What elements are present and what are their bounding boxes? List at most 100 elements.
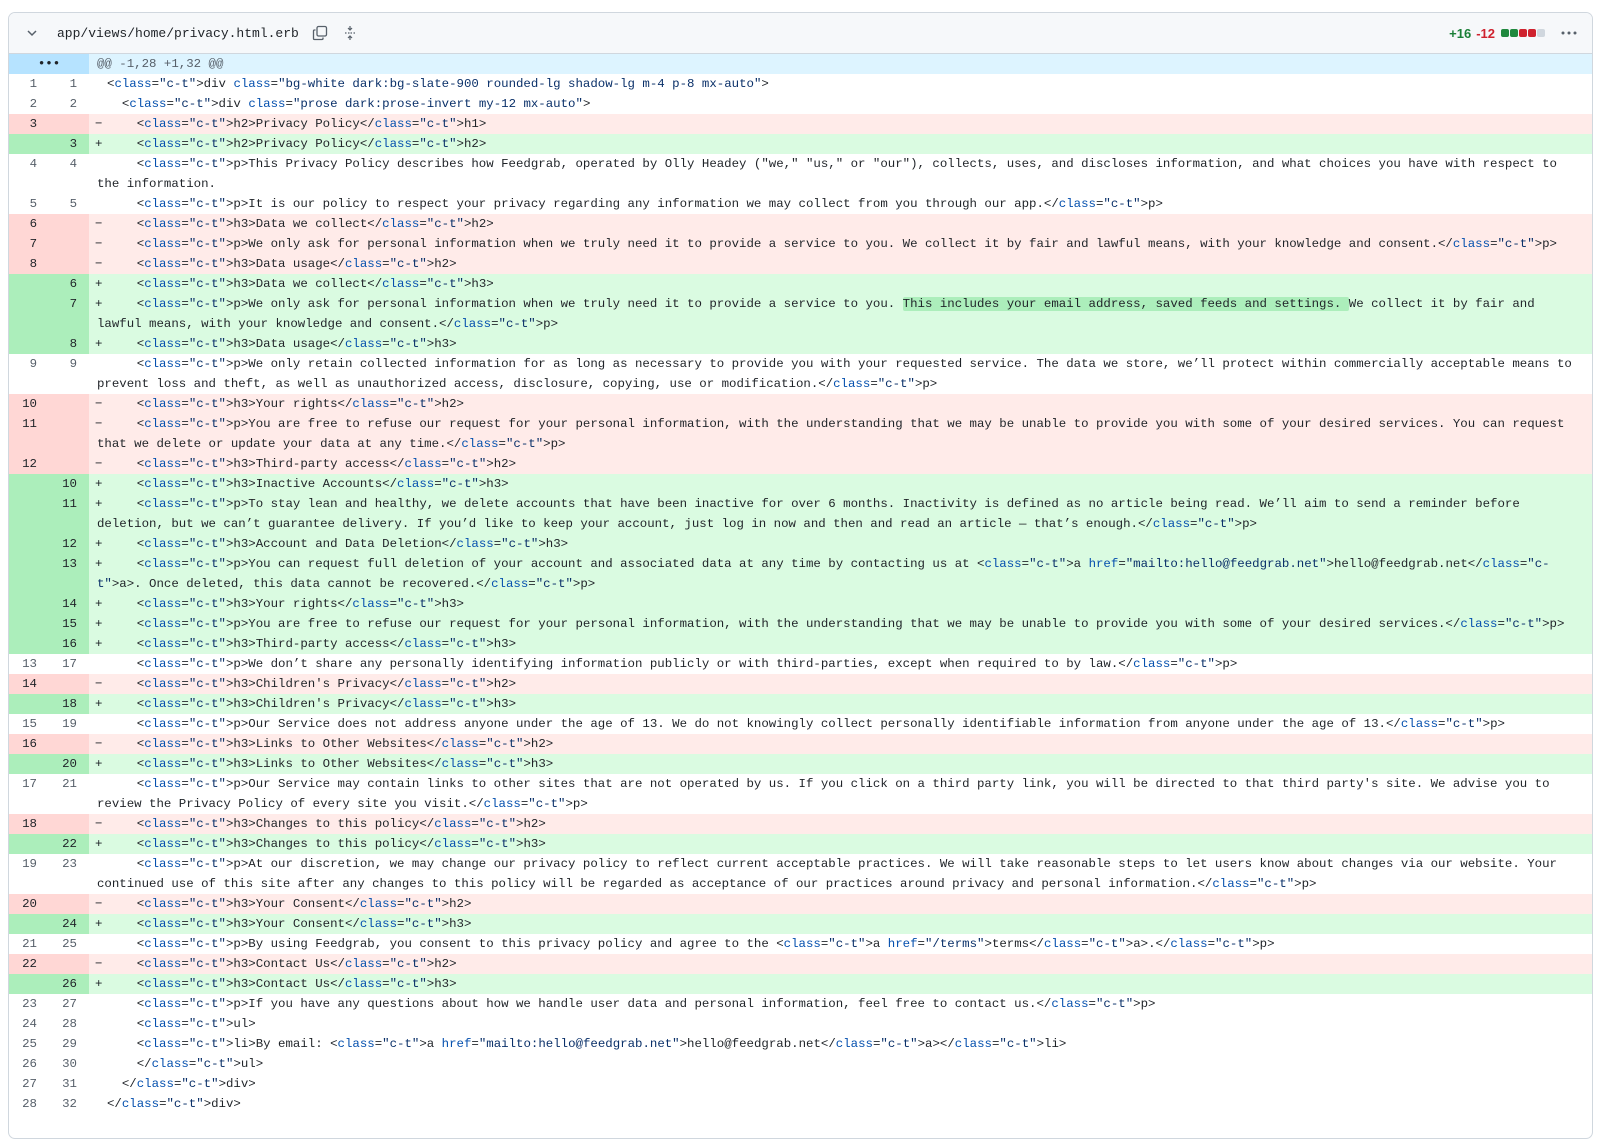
new-line-number[interactable]: 23 — [49, 854, 89, 894]
old-line-number[interactable] — [9, 494, 49, 534]
old-line-number[interactable] — [9, 694, 49, 714]
kebab-horizontal-icon[interactable] — [1558, 23, 1580, 43]
new-line-number[interactable]: 14 — [49, 594, 89, 614]
old-line-number[interactable] — [9, 914, 49, 934]
old-line-number[interactable] — [9, 834, 49, 854]
new-line-number[interactable] — [49, 734, 89, 754]
new-line-number[interactable]: 9 — [49, 354, 89, 394]
new-line-number[interactable]: 27 — [49, 994, 89, 1014]
old-line-number[interactable]: 14 — [9, 674, 49, 694]
new-line-number[interactable]: 11 — [49, 494, 89, 534]
old-line-number[interactable]: 12 — [9, 454, 49, 474]
old-line-number[interactable]: 7 — [9, 234, 49, 254]
new-line-number[interactable]: 13 — [49, 554, 89, 594]
new-line-number[interactable] — [49, 894, 89, 914]
old-line-number[interactable]: 20 — [9, 894, 49, 914]
old-line-number[interactable]: 19 — [9, 854, 49, 894]
new-line-number[interactable]: 22 — [49, 834, 89, 854]
old-line-number[interactable]: 8 — [9, 254, 49, 274]
new-line-number[interactable] — [49, 814, 89, 834]
line-code: + <class="c-t">h3>Your rights</class="c-… — [89, 594, 1592, 614]
chevron-down-icon[interactable] — [25, 26, 39, 40]
new-line-number[interactable]: 3 — [49, 134, 89, 154]
new-line-number[interactable]: 15 — [49, 614, 89, 634]
old-line-number[interactable]: 23 — [9, 994, 49, 1014]
new-line-number[interactable] — [49, 254, 89, 274]
old-line-number[interactable]: 18 — [9, 814, 49, 834]
copy-icon[interactable] — [311, 24, 329, 42]
old-line-number[interactable] — [9, 294, 49, 334]
old-line-number[interactable] — [9, 634, 49, 654]
new-line-number[interactable]: 25 — [49, 934, 89, 954]
diff-line: 13 17 <class="c-t">p>We don’t share any p… — [9, 654, 1592, 674]
old-line-number[interactable]: 6 — [9, 214, 49, 234]
new-line-number[interactable]: 7 — [49, 294, 89, 334]
file-path[interactable]: app/views/home/privacy.html.erb — [57, 26, 299, 41]
new-line-number[interactable]: 8 — [49, 334, 89, 354]
old-line-number[interactable]: 4 — [9, 154, 49, 194]
new-line-number[interactable]: 12 — [49, 534, 89, 554]
new-line-number[interactable]: 32 — [49, 1094, 89, 1114]
old-line-number[interactable]: 3 — [9, 114, 49, 134]
old-line-number[interactable]: 2 — [9, 94, 49, 114]
new-line-number[interactable]: 19 — [49, 714, 89, 734]
old-line-number[interactable]: 24 — [9, 1014, 49, 1034]
new-line-number[interactable]: 20 — [49, 754, 89, 774]
new-line-number[interactable] — [49, 954, 89, 974]
old-line-number[interactable]: 25 — [9, 1034, 49, 1054]
new-line-number[interactable]: 24 — [49, 914, 89, 934]
new-line-number[interactable]: 10 — [49, 474, 89, 494]
old-line-number[interactable]: 26 — [9, 1054, 49, 1074]
old-line-number[interactable] — [9, 554, 49, 594]
new-line-number[interactable] — [49, 234, 89, 254]
new-line-number[interactable]: 5 — [49, 194, 89, 214]
old-line-number[interactable]: 28 — [9, 1094, 49, 1114]
new-line-number[interactable] — [49, 674, 89, 694]
new-line-number[interactable]: 31 — [49, 1074, 89, 1094]
unfold-icon[interactable] — [341, 24, 359, 42]
diff-line: 14 + <class="c-t">h3>Your rights</class="… — [9, 594, 1592, 614]
new-line-number[interactable] — [49, 214, 89, 234]
new-line-number[interactable]: 2 — [49, 94, 89, 114]
old-line-number[interactable]: 11 — [9, 414, 49, 454]
line-code: <class="c-t">p>If you have any questions… — [107, 997, 1156, 1011]
old-line-number[interactable]: 1 — [9, 74, 49, 94]
old-line-number[interactable] — [9, 274, 49, 294]
new-line-number[interactable]: 26 — [49, 974, 89, 994]
old-line-number[interactable]: 9 — [9, 354, 49, 394]
old-line-number[interactable]: 22 — [9, 954, 49, 974]
new-line-number[interactable] — [49, 454, 89, 474]
old-line-number[interactable] — [9, 134, 49, 154]
new-line-number[interactable]: 4 — [49, 154, 89, 194]
new-line-number[interactable] — [49, 114, 89, 134]
new-line-number[interactable] — [49, 414, 89, 454]
old-line-number[interactable]: 10 — [9, 394, 49, 414]
expand-hunk-button[interactable]: ••• — [9, 54, 89, 74]
diff-line: 15 + <class="c-t">p>You are free to refus… — [9, 614, 1592, 634]
new-line-number[interactable]: 28 — [49, 1014, 89, 1034]
old-line-number[interactable]: 27 — [9, 1074, 49, 1094]
new-line-number[interactable]: 6 — [49, 274, 89, 294]
old-line-number[interactable]: 21 — [9, 934, 49, 954]
new-line-number[interactable]: 17 — [49, 654, 89, 674]
old-line-number[interactable]: 17 — [9, 774, 49, 814]
new-line-number[interactable]: 16 — [49, 634, 89, 654]
old-line-number[interactable] — [9, 474, 49, 494]
new-line-number[interactable]: 18 — [49, 694, 89, 714]
new-line-number[interactable]: 21 — [49, 774, 89, 814]
new-line-number[interactable]: 29 — [49, 1034, 89, 1054]
old-line-number[interactable]: 13 — [9, 654, 49, 674]
old-line-number[interactable]: 15 — [9, 714, 49, 734]
diff-line: 10 + <class="c-t">h3>Inactive Accounts</c… — [9, 474, 1592, 494]
new-line-number[interactable] — [49, 394, 89, 414]
old-line-number[interactable] — [9, 614, 49, 634]
old-line-number[interactable]: 16 — [9, 734, 49, 754]
old-line-number[interactable] — [9, 754, 49, 774]
old-line-number[interactable] — [9, 334, 49, 354]
old-line-number[interactable] — [9, 974, 49, 994]
old-line-number[interactable] — [9, 594, 49, 614]
old-line-number[interactable]: 5 — [9, 194, 49, 214]
new-line-number[interactable]: 1 — [49, 74, 89, 94]
old-line-number[interactable] — [9, 534, 49, 554]
new-line-number[interactable]: 30 — [49, 1054, 89, 1074]
